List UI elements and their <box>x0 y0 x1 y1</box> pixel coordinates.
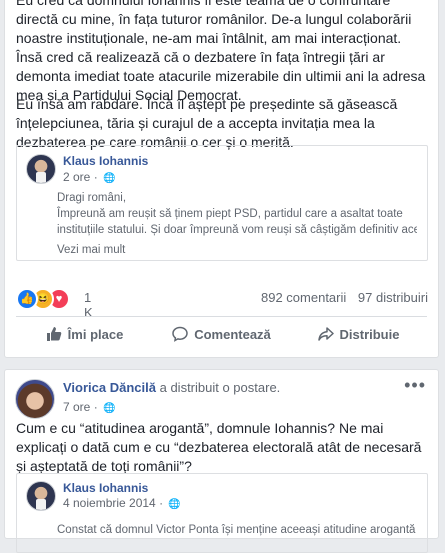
like-label: Îmi place <box>67 326 124 342</box>
globe-icon: 🌐 <box>103 173 116 184</box>
shared-line: Dragi români, <box>57 192 127 204</box>
post-time[interactable]: 7 ore · 🌐 <box>63 400 116 414</box>
shared-line: instituțiile statului. Și doar împreună … <box>57 224 417 236</box>
like-reaction-icon: 👍 <box>16 288 38 310</box>
timestamp[interactable]: 2 ore <box>63 170 90 184</box>
shared-post[interactable]: Klaus Iohannis 4 noiembrie 2014 · 🌐 Cons… <box>16 473 428 553</box>
post-header: Viorica Dăncilă a distribuit o postare. <box>63 380 280 395</box>
author-avatar[interactable] <box>15 379 55 419</box>
post-actions: Îmi place Comentează Distribuie <box>16 319 427 349</box>
timestamp[interactable]: 7 ore <box>63 400 90 414</box>
like-button[interactable]: Îmi place <box>16 319 153 349</box>
comment-icon <box>172 326 188 342</box>
see-more-link[interactable]: Vezi mai mult <box>57 244 125 256</box>
comment-label: Comentează <box>194 326 271 342</box>
author-avatar[interactable] <box>26 481 56 511</box>
shared-post[interactable]: Klaus Iohannis 2 ore · 🌐 Dragi români, Î… <box>16 145 428 261</box>
shares-count[interactable]: 97 distribuiri <box>358 290 428 305</box>
post-stats: 892 comentarii 97 distribuiri <box>253 290 428 305</box>
action-text: a distribuit o postare. <box>159 380 281 395</box>
shared-post-body: Dragi români, Împreună am reușit să ține… <box>57 190 417 238</box>
share-icon <box>317 327 334 341</box>
shared-line: Împreună am reușit să ținem piept PSD, p… <box>57 208 403 220</box>
post-text: Cum e cu “atitudinea arogantă”, domnule … <box>16 420 422 474</box>
timestamp[interactable]: 4 noiembrie 2014 <box>63 496 156 510</box>
comments-count[interactable]: 892 comentarii <box>261 290 346 305</box>
shared-line: Constat că domnul Victor Ponta își menți… <box>57 524 417 536</box>
comment-button[interactable]: Comentează <box>153 319 290 349</box>
globe-icon: 🌐 <box>103 403 116 414</box>
author-avatar[interactable] <box>26 154 56 184</box>
shared-post-time[interactable]: 2 ore · 🌐 <box>63 170 116 184</box>
author-name[interactable]: Viorica Dăncilă <box>63 380 156 395</box>
share-label: Distribuie <box>339 326 400 342</box>
divider <box>16 316 427 317</box>
shared-post-body: Constat că domnul Victor Ponta își menți… <box>57 522 417 538</box>
thumbs-up-icon <box>46 327 61 341</box>
more-options-icon[interactable]: ••• <box>404 375 426 396</box>
shared-post-time[interactable]: 4 noiembrie 2014 · 🌐 <box>63 496 181 510</box>
post-text-paragraph: Eu însă am rabdare. Încă îl aștept pe pr… <box>16 96 398 150</box>
post-card: Viorica Dăncilă a distribuit o postare. … <box>4 369 439 553</box>
post-card: Eu cred că domnului Iohannis îi este tea… <box>4 0 439 358</box>
post-text-paragraph: Eu cred că domnului Iohannis îi este tea… <box>16 0 426 103</box>
shared-author-name[interactable]: Klaus Iohannis <box>63 154 148 168</box>
share-button[interactable]: Distribuie <box>290 319 427 349</box>
globe-icon: 🌐 <box>168 499 181 510</box>
shared-author-name[interactable]: Klaus Iohannis <box>63 481 148 495</box>
